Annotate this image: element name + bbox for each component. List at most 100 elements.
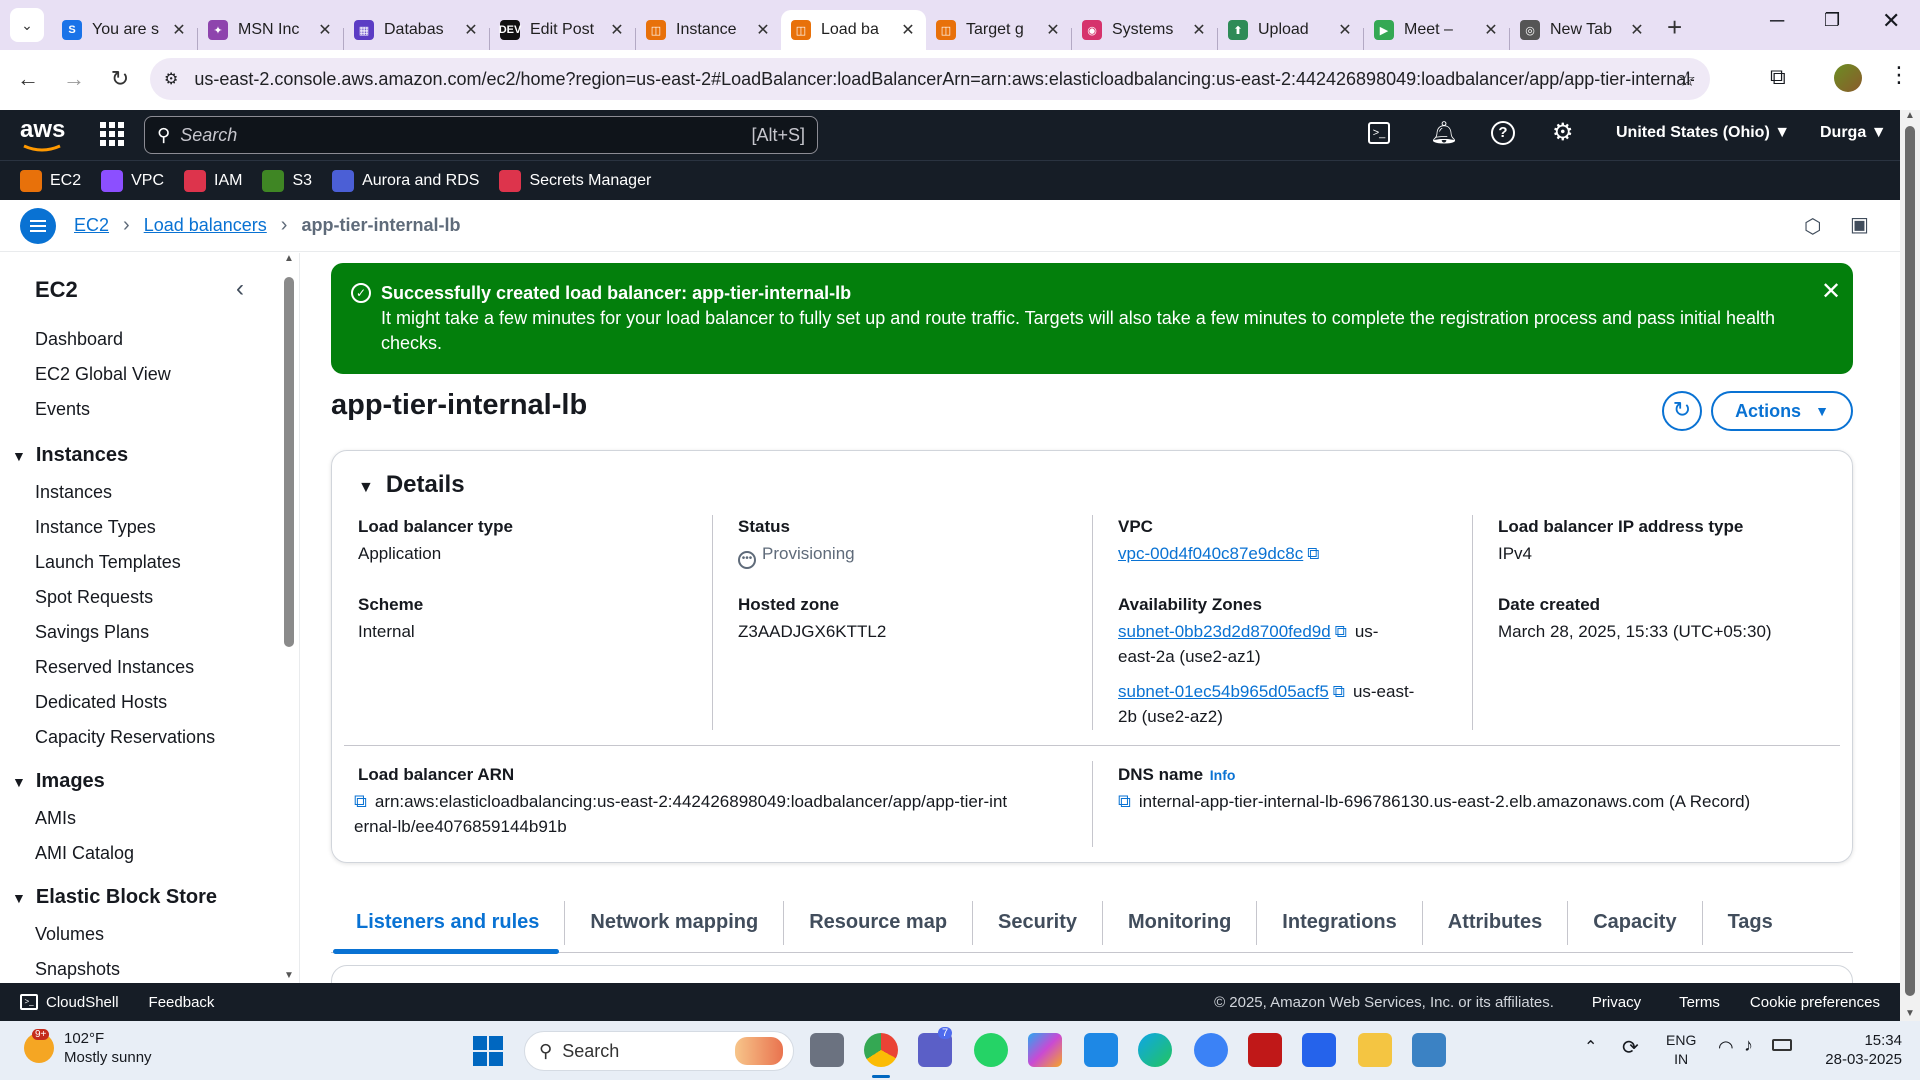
store-icon[interactable] — [1302, 1033, 1336, 1067]
sidebar-scrollbar[interactable]: ▲ ▼ — [282, 253, 296, 983]
favorite-service[interactable]: VPC — [101, 169, 164, 192]
language-indicator[interactable]: ENG IN — [1666, 1031, 1696, 1069]
browser-tab[interactable]: ◫ Instance ✕ — [636, 10, 781, 50]
scroll-up-icon[interactable]: ▲ — [1900, 110, 1920, 121]
dns-info-link[interactable]: Info — [1210, 767, 1236, 783]
sidebar-item[interactable]: Volumes — [35, 924, 104, 945]
whatsapp-icon[interactable] — [974, 1033, 1008, 1067]
file-explorer-icon[interactable] — [1358, 1033, 1392, 1067]
scroll-down-icon[interactable]: ▼ — [282, 970, 296, 981]
profile-avatar[interactable] — [1834, 64, 1862, 92]
sidebar-item[interactable]: Instance Types — [35, 517, 156, 538]
close-icon[interactable]: ✕ — [1821, 279, 1841, 304]
help-icon[interactable]: ? — [1491, 121, 1515, 145]
close-tab-icon[interactable]: ✕ — [1045, 20, 1061, 40]
sidebar-item[interactable]: Dedicated Hosts — [35, 692, 167, 713]
notifications-bell-icon[interactable]: 🔔︎ — [1430, 120, 1458, 146]
tab-search-icon[interactable]: ⌄ — [10, 8, 44, 42]
mcafee-icon[interactable] — [1248, 1033, 1282, 1067]
favorite-service[interactable]: S3 — [262, 169, 312, 192]
favorite-service[interactable]: Secrets Manager — [499, 169, 651, 192]
close-tab-icon[interactable]: ✕ — [171, 20, 187, 40]
volume-icon[interactable]: ♪ — [1744, 1035, 1753, 1056]
close-tab-icon[interactable]: ✕ — [463, 20, 479, 40]
browser-tab[interactable]: ◫ Load ba ✕ — [781, 10, 926, 50]
browser-tab[interactable]: ◫ Target g ✕ — [926, 10, 1071, 50]
browser-tab[interactable]: ▶ Meet – ✕ — [1364, 10, 1509, 50]
sidebar-section-header[interactable]: ▼ Elastic Block Store — [12, 886, 217, 909]
region-selector[interactable]: United States (Ohio) ▼ — [1616, 124, 1790, 142]
sidebar-item[interactable]: Reserved Instances — [35, 657, 194, 678]
sidebar-item[interactable]: Dashboard — [35, 329, 123, 350]
restore-button[interactable]: ❐ — [1824, 10, 1840, 31]
battery-icon[interactable] — [1772, 1039, 1792, 1051]
bookmark-star-icon[interactable]: ☆ — [1678, 67, 1696, 92]
privacy-link[interactable]: Privacy — [1592, 994, 1641, 1011]
sidebar-scroll-thumb[interactable] — [284, 277, 294, 647]
help-app-icon[interactable] — [1194, 1033, 1228, 1067]
sidebar-item[interactable]: AMIs — [35, 808, 76, 829]
scroll-down-icon[interactable]: ▼ — [1900, 1008, 1920, 1019]
forward-icon[interactable]: → — [56, 61, 92, 97]
sidebar-item[interactable]: Launch Templates — [35, 552, 181, 573]
menu-toggle-icon[interactable] — [20, 207, 56, 244]
breadcrumb-load-balancers[interactable]: Load balancers — [144, 215, 267, 236]
favorite-service[interactable]: IAM — [184, 169, 242, 192]
wifi-icon[interactable]: ◠ — [1718, 1037, 1734, 1058]
close-tab-icon[interactable]: ✕ — [1191, 20, 1207, 40]
back-icon[interactable]: ← — [10, 61, 46, 97]
page-scroll-thumb[interactable] — [1905, 126, 1915, 996]
chrome-icon[interactable] — [864, 1033, 898, 1067]
taskbar-search[interactable]: ⚲ Search — [524, 1031, 794, 1071]
detail-tab[interactable]: Resource map — [784, 900, 974, 945]
detail-tab[interactable]: Network mapping — [565, 900, 785, 945]
sidebar-item[interactable]: Events — [35, 399, 90, 420]
notepad-icon[interactable] — [1412, 1033, 1446, 1067]
reload-icon[interactable]: ↻ — [102, 61, 138, 97]
browser-tab[interactable]: S You are s ✕ — [52, 10, 197, 50]
sidebar-section-header[interactable]: ▼ Images — [12, 770, 105, 793]
address-bar[interactable]: ⚙ us-east-2.console.aws.amazon.com/ec2/h… — [150, 58, 1710, 100]
scroll-up-icon[interactable]: ▲ — [282, 253, 296, 264]
sidebar-section-header[interactable]: ▼ Instances — [12, 444, 128, 467]
breadcrumb-ec2[interactable]: EC2 — [74, 215, 109, 236]
browser-menu-icon[interactable]: ⋮ — [1888, 62, 1910, 88]
sync-icon[interactable]: ⟳ — [1622, 1035, 1639, 1060]
sidebar-item[interactable]: Capacity Reservations — [35, 727, 215, 748]
collapse-sidebar-icon[interactable]: ‹ — [236, 275, 244, 303]
myapp-icon[interactable] — [1084, 1033, 1118, 1067]
tray-chevron-icon[interactable]: ⌃ — [1584, 1037, 1597, 1057]
close-tab-icon[interactable]: ✕ — [317, 20, 333, 40]
detail-tab[interactable]: Security — [973, 900, 1103, 945]
browser-tab[interactable]: ▦ Databas ✕ — [344, 10, 489, 50]
feedback-link[interactable]: Feedback — [149, 994, 215, 1011]
aws-search-input[interactable]: ⚲ Search [Alt+S] — [144, 116, 818, 154]
detail-tab[interactable]: Listeners and rules — [331, 900, 566, 945]
weather-widget[interactable]: 9+ 102°F Mostly sunny — [24, 1029, 152, 1067]
aws-logo[interactable]: aws — [20, 116, 65, 152]
sidebar-item[interactable]: Savings Plans — [35, 622, 149, 643]
favorite-service[interactable]: Aurora and RDS — [332, 169, 479, 192]
close-tab-icon[interactable]: ✕ — [755, 20, 771, 40]
copy-dns-icon[interactable]: ⧉ — [1118, 791, 1131, 811]
new-tab-button[interactable]: + — [1667, 12, 1682, 43]
copilot-icon[interactable] — [1028, 1033, 1062, 1067]
page-scrollbar[interactable]: ▲ ▼ — [1900, 110, 1920, 1021]
settings-gear-icon[interactable]: ⚙ — [1552, 118, 1574, 147]
close-tab-icon[interactable]: ✕ — [1629, 20, 1645, 40]
details-toggle[interactable]: ▼ Details — [358, 471, 465, 499]
site-info-icon[interactable]: ⚙ — [164, 69, 178, 89]
browser-tab[interactable]: ✦ MSN Inc ✕ — [198, 10, 343, 50]
close-window-button[interactable]: ✕ — [1882, 8, 1900, 34]
cloudshell-icon[interactable]: >_ — [1368, 122, 1390, 144]
services-grid-icon[interactable] — [100, 122, 124, 146]
close-tab-icon[interactable]: ✕ — [1483, 20, 1499, 40]
close-tab-icon[interactable]: ✕ — [1337, 20, 1353, 40]
close-tab-icon[interactable]: ✕ — [900, 20, 916, 40]
browser-tab[interactable]: ◎ New Tab ✕ — [1510, 10, 1655, 50]
terms-link[interactable]: Terms — [1679, 994, 1720, 1011]
edge-icon[interactable] — [1138, 1033, 1172, 1067]
favorite-service[interactable]: EC2 — [20, 169, 81, 192]
browser-tab[interactable]: ⬆ Upload ✕ — [1218, 10, 1363, 50]
clock[interactable]: 15:34 28-03-2025 — [1812, 1031, 1902, 1069]
